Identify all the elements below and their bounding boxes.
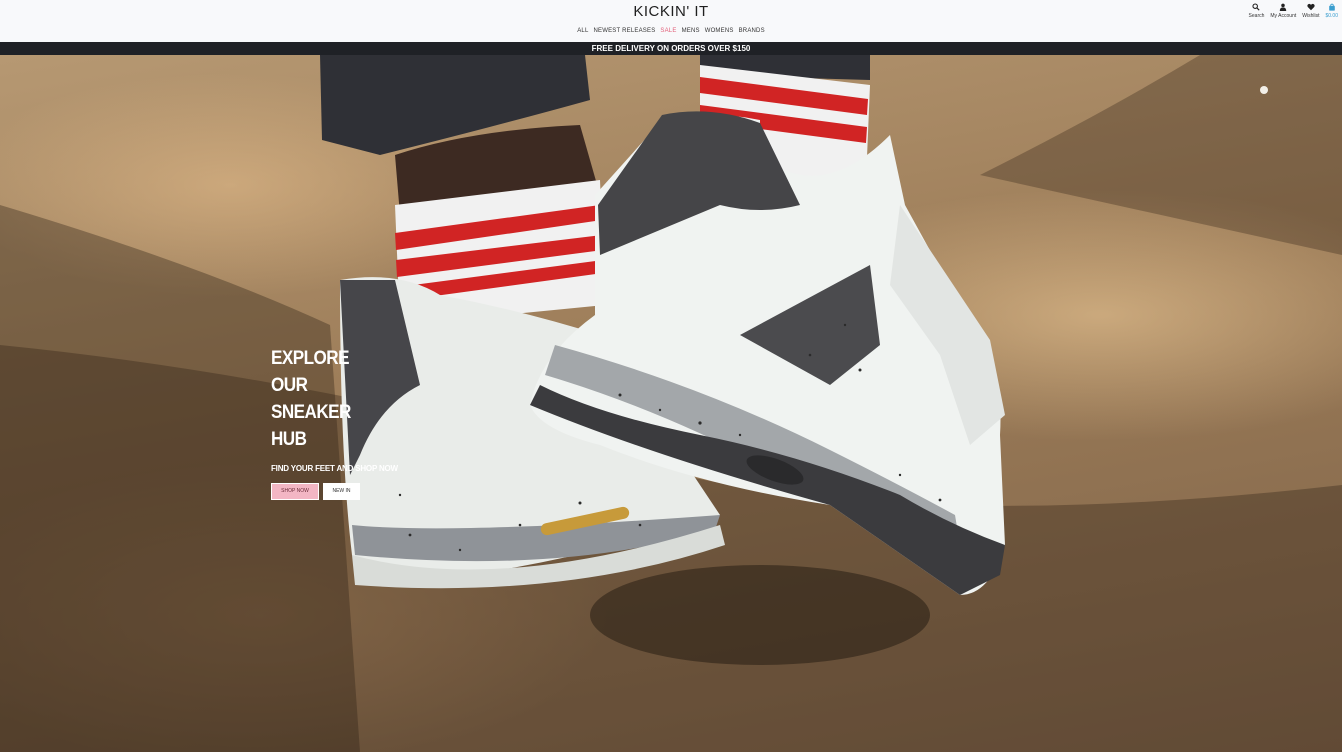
hero-ctas: SHOP NOW NEW IN (271, 483, 398, 500)
new-in-button[interactable]: NEW IN (323, 483, 360, 500)
cart-button[interactable]: $0.00 (1325, 3, 1338, 19)
search-label: Search (1248, 13, 1265, 19)
nav-item-womens[interactable]: WOMENS (705, 28, 734, 34)
heart-icon (1307, 3, 1315, 11)
hero-subtitle: FIND YOUR FEET AND SHOP NOW (271, 464, 398, 473)
site-header: KICKIN' IT ALL NEWEST RELEASES SALE MENS… (0, 0, 1342, 42)
nav-item-newest-releases[interactable]: NEWEST RELEASES (593, 28, 655, 34)
hero-title-line-1: EXPLORE OUR (271, 348, 349, 396)
main-nav: ALL NEWEST RELEASES SALE MENS WOMENS BRA… (0, 28, 1342, 34)
search-button[interactable]: Search (1248, 3, 1265, 19)
shopping-bag-icon (1328, 3, 1335, 11)
search-icon (1252, 3, 1261, 11)
account-button[interactable]: My Account (1270, 3, 1296, 19)
hero-copy: EXPLORE OUR SNEAKER HUB FIND YOUR FEET A… (271, 345, 398, 500)
nav-item-mens[interactable]: MENS (682, 28, 700, 34)
account-label: My Account (1270, 13, 1297, 19)
nav-item-all[interactable]: ALL (577, 28, 588, 34)
wishlist-label: Wishlist (1302, 13, 1320, 19)
header-icons: Search My Account Wishlist $0.00 (1249, 3, 1338, 19)
cart-amount: $0.00 (1325, 13, 1338, 19)
nav-item-brands[interactable]: BRANDS (739, 28, 765, 34)
shop-now-button[interactable]: SHOP NOW (271, 483, 319, 500)
user-icon (1280, 3, 1287, 11)
announcement-bar: FREE DELIVERY ON ORDERS OVER $150 (0, 42, 1342, 55)
wishlist-button[interactable]: Wishlist (1302, 3, 1319, 19)
brand-logo[interactable]: KICKIN' IT (0, 3, 1342, 20)
hero-image (0, 55, 1342, 752)
nav-item-sale[interactable]: SALE (660, 28, 676, 34)
hero-title-line-2: SNEAKER HUB (271, 402, 351, 450)
hero-banner: EXPLORE OUR SNEAKER HUB FIND YOUR FEET A… (0, 55, 1342, 752)
hero-title: EXPLORE OUR SNEAKER HUB (271, 345, 379, 453)
